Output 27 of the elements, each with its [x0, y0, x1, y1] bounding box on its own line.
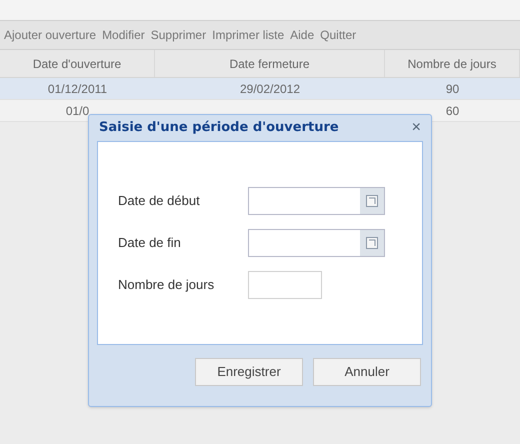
calendar-icon[interactable] [360, 188, 384, 214]
column-header[interactable]: Date fermeture [155, 50, 385, 77]
table-cell-text: 90 [446, 80, 460, 98]
toolbar-button[interactable]: Aide [290, 26, 314, 44]
toolbar-button[interactable]: Modifier [102, 26, 145, 44]
input-field[interactable] [248, 271, 322, 299]
table-cell-text: 60 [446, 102, 460, 120]
field-label: Nombre de jours [118, 276, 216, 294]
calendar-icon[interactable] [360, 230, 384, 256]
toolbar-button[interactable]: Imprimer liste [212, 26, 284, 44]
close-button[interactable]: × [412, 120, 421, 136]
table-cell-text: 01/0 [66, 102, 90, 120]
table-cell-text: 29/02/2012 [240, 80, 300, 98]
date-field[interactable] [248, 229, 385, 257]
dialog-button[interactable]: Enregistrer [195, 358, 303, 386]
column-header[interactable]: Date d'ouverture [0, 50, 155, 77]
dialog-button[interactable]: Annuler [313, 358, 421, 386]
field-label: Date de fin [118, 234, 182, 252]
table-row[interactable]: 01/12/2011 29/02/2012 90 [0, 78, 520, 100]
field-label: Date de début [118, 192, 201, 210]
column-header[interactable]: Nombre de jours [385, 50, 520, 77]
table-cell-text: 01/12/2011 [48, 80, 108, 98]
toolbar-button[interactable]: Supprimer [150, 26, 206, 44]
dialog-title: Saisie d'une période d'ouverture [99, 119, 339, 138]
toolbar-button[interactable]: Ajouter ouverture [4, 26, 96, 44]
toolbar-button[interactable]: Quitter [320, 26, 356, 44]
date-field[interactable] [248, 187, 385, 215]
